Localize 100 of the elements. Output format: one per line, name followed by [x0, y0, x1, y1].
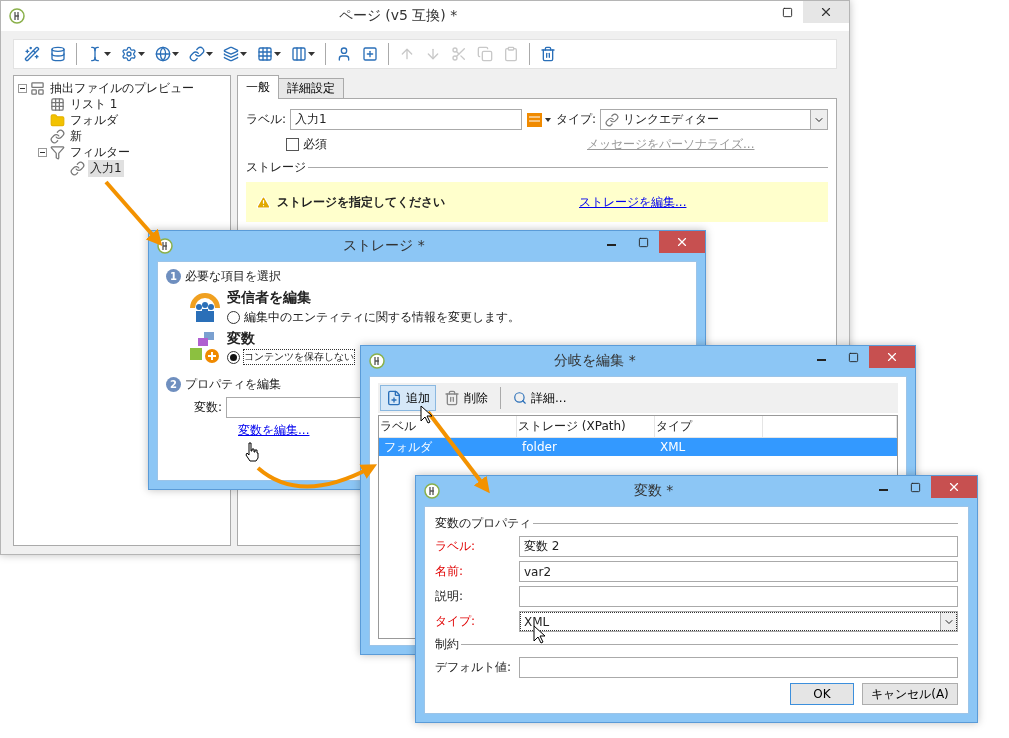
- label-field[interactable]: 入力1: [290, 109, 523, 130]
- field-label: タイプ:: [556, 111, 597, 128]
- grid-icon: [50, 96, 65, 112]
- text-field[interactable]: 変数 2: [519, 536, 958, 557]
- grid-icon: [257, 46, 273, 62]
- tree-item[interactable]: 入力1: [88, 159, 124, 177]
- person-icon: [336, 46, 352, 62]
- section-title: 制約: [435, 636, 459, 653]
- edit-variable-link[interactable]: 変数を編集...: [238, 422, 310, 439]
- table-cell-text: folder: [521, 439, 558, 456]
- edit-storage-link[interactable]: ストレージを編集...: [579, 193, 687, 211]
- link-icon: [70, 160, 85, 176]
- tree-item[interactable]: リスト 1: [68, 95, 120, 113]
- search-icon: [513, 391, 527, 405]
- section-title: ストレージ: [246, 159, 306, 176]
- field-label: 説明:: [435, 588, 465, 605]
- tab[interactable]: 一般: [237, 75, 279, 99]
- step-number: 2: [166, 377, 181, 392]
- option-title: 受信者を編集: [227, 289, 312, 307]
- maximize-icon: [637, 236, 649, 248]
- form-menu-icon[interactable]: [526, 111, 553, 128]
- panel-icon: [30, 80, 45, 96]
- app-logo-icon: [157, 238, 173, 254]
- step-number: 1: [166, 269, 181, 284]
- dialog-button[interactable]: OK: [790, 683, 854, 705]
- tree-item[interactable]: フォルダ: [68, 111, 120, 129]
- link-icon: [50, 128, 65, 144]
- maximize-icon: [847, 351, 859, 363]
- step-title: 必要な項目を選択: [185, 268, 281, 285]
- column-header[interactable]: ストレージ (XPath): [517, 416, 655, 437]
- field-label: ラベル:: [435, 538, 477, 555]
- section-title: 変数のプロパティ: [435, 515, 531, 532]
- people-icon: [188, 290, 222, 325]
- app-logo-icon: [9, 8, 25, 24]
- step-title: プロパティを編集: [185, 376, 281, 393]
- caret-icon: [274, 52, 281, 56]
- tab[interactable]: 詳細設定: [278, 78, 344, 99]
- tree-item[interactable]: 新: [68, 127, 84, 145]
- type-dropdown[interactable]: XML: [519, 611, 958, 632]
- close-icon: [675, 235, 689, 249]
- add-file-icon: [386, 390, 402, 406]
- checkbox[interactable]: [286, 138, 299, 151]
- text-field[interactable]: [519, 586, 958, 607]
- window-title: 分岐を編集 *: [553, 352, 637, 370]
- hand-cursor-icon: [244, 442, 260, 462]
- blocks-plus-icon: [188, 330, 222, 364]
- columns-icon: [291, 46, 307, 62]
- warning-text: ストレージを指定してください: [277, 193, 445, 211]
- option-title: 変数: [227, 330, 256, 348]
- minimize-icon: [878, 489, 888, 491]
- table-cell-text: XML: [659, 439, 687, 456]
- caret-icon: [240, 52, 247, 56]
- clipboard-icon: [503, 46, 519, 62]
- gear-icon: [121, 46, 137, 62]
- app-logo-icon: [369, 353, 385, 369]
- toolbar-button[interactable]: 削除: [438, 385, 494, 411]
- caret-icon: [308, 52, 315, 56]
- dialog-button[interactable]: キャンセル(A): [862, 683, 958, 705]
- maximize-icon: [909, 481, 921, 493]
- caret-icon: [172, 52, 179, 56]
- radio-button[interactable]: [227, 311, 240, 324]
- filter-icon: [50, 144, 65, 160]
- link-icon: [189, 46, 205, 62]
- minimize-icon: [816, 359, 826, 361]
- field-label: ラベル:: [246, 111, 287, 128]
- maximize-icon: [781, 6, 793, 18]
- option-description: コンテンツを保存しない: [244, 350, 354, 364]
- globe-icon: [155, 46, 171, 62]
- close-icon: [819, 5, 833, 19]
- collapse-icon[interactable]: [18, 83, 27, 93]
- wand-icon: [24, 46, 40, 62]
- minimize-icon: [606, 244, 616, 246]
- tree-item[interactable]: 抽出ファイルのプレビュー: [48, 79, 196, 97]
- field-label: 変数:: [194, 399, 223, 416]
- text-field[interactable]: var2: [519, 561, 958, 582]
- arrow: [104, 180, 163, 246]
- link-icon: [605, 112, 620, 127]
- app-logo-icon: [424, 483, 440, 499]
- toolbar-button[interactable]: 詳細...: [507, 385, 573, 411]
- checkbox-label: 必須: [303, 136, 327, 153]
- type-dropdown[interactable]: リンクエディター: [600, 109, 828, 130]
- tree-item[interactable]: フィルター: [68, 143, 132, 161]
- column-header[interactable]: タイプ: [655, 416, 763, 437]
- database-icon: [50, 46, 66, 62]
- radio-button[interactable]: [227, 350, 240, 364]
- window-title: ストレージ *: [342, 237, 426, 255]
- field-label: 名前:: [435, 563, 465, 580]
- copy-icon: [477, 46, 493, 62]
- layers-icon: [223, 46, 239, 62]
- pointer-cursor-icon: [533, 625, 545, 644]
- field-label: タイプ:: [435, 613, 477, 630]
- trash-icon: [540, 46, 556, 62]
- square-plus-icon: [362, 46, 378, 62]
- text-field[interactable]: [519, 657, 958, 678]
- caret-icon: [206, 52, 213, 56]
- close-icon: [885, 350, 899, 364]
- caret-icon: [104, 52, 111, 56]
- window-title: ページ (v5 互換) *: [337, 7, 459, 25]
- collapse-icon[interactable]: [38, 147, 47, 157]
- toolbar-button[interactable]: 追加: [380, 385, 436, 411]
